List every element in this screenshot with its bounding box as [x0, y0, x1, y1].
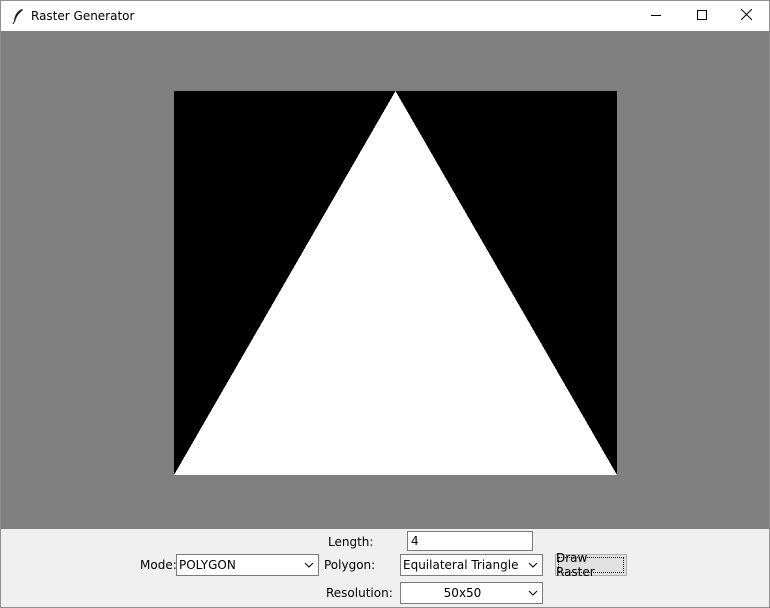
drawing-canvas[interactable] [1, 31, 769, 529]
controls-panel: Length: Mode: POLYGON Polygon: Equilater… [1, 529, 769, 607]
mode-select[interactable]: POLYGON [176, 554, 319, 576]
mode-select-value: POLYGON [179, 558, 236, 572]
length-input[interactable] [407, 531, 533, 551]
resolution-label: Resolution: [326, 586, 393, 600]
app-window: Raster Generator Length: Mode: [0, 0, 770, 608]
resolution-select[interactable]: 50x50 [400, 582, 543, 604]
draw-raster-button[interactable]: Draw Raster [555, 551, 627, 579]
title-bar[interactable]: Raster Generator [1, 1, 769, 31]
equilateral-triangle-shape [174, 91, 617, 475]
minimize-icon [651, 9, 661, 23]
close-button[interactable] [723, 1, 769, 31]
maximize-button[interactable] [679, 1, 725, 31]
feather-icon [11, 8, 25, 25]
resolution-select-value: 50x50 [443, 586, 482, 600]
raster-output [174, 91, 617, 475]
minimize-button[interactable] [633, 1, 679, 31]
maximize-icon [697, 9, 707, 23]
chevron-down-icon[interactable] [300, 555, 318, 575]
length-label: Length: [328, 535, 374, 549]
chevron-down-icon[interactable] [524, 583, 542, 603]
chevron-down-icon[interactable] [524, 555, 542, 575]
polygon-label: Polygon: [324, 558, 376, 572]
window-title: Raster Generator [31, 9, 135, 23]
polygon-select[interactable]: Equilateral Triangle [400, 554, 543, 576]
mode-label: Mode: [140, 558, 177, 572]
polygon-select-value: Equilateral Triangle [403, 558, 519, 572]
close-icon [740, 8, 752, 23]
